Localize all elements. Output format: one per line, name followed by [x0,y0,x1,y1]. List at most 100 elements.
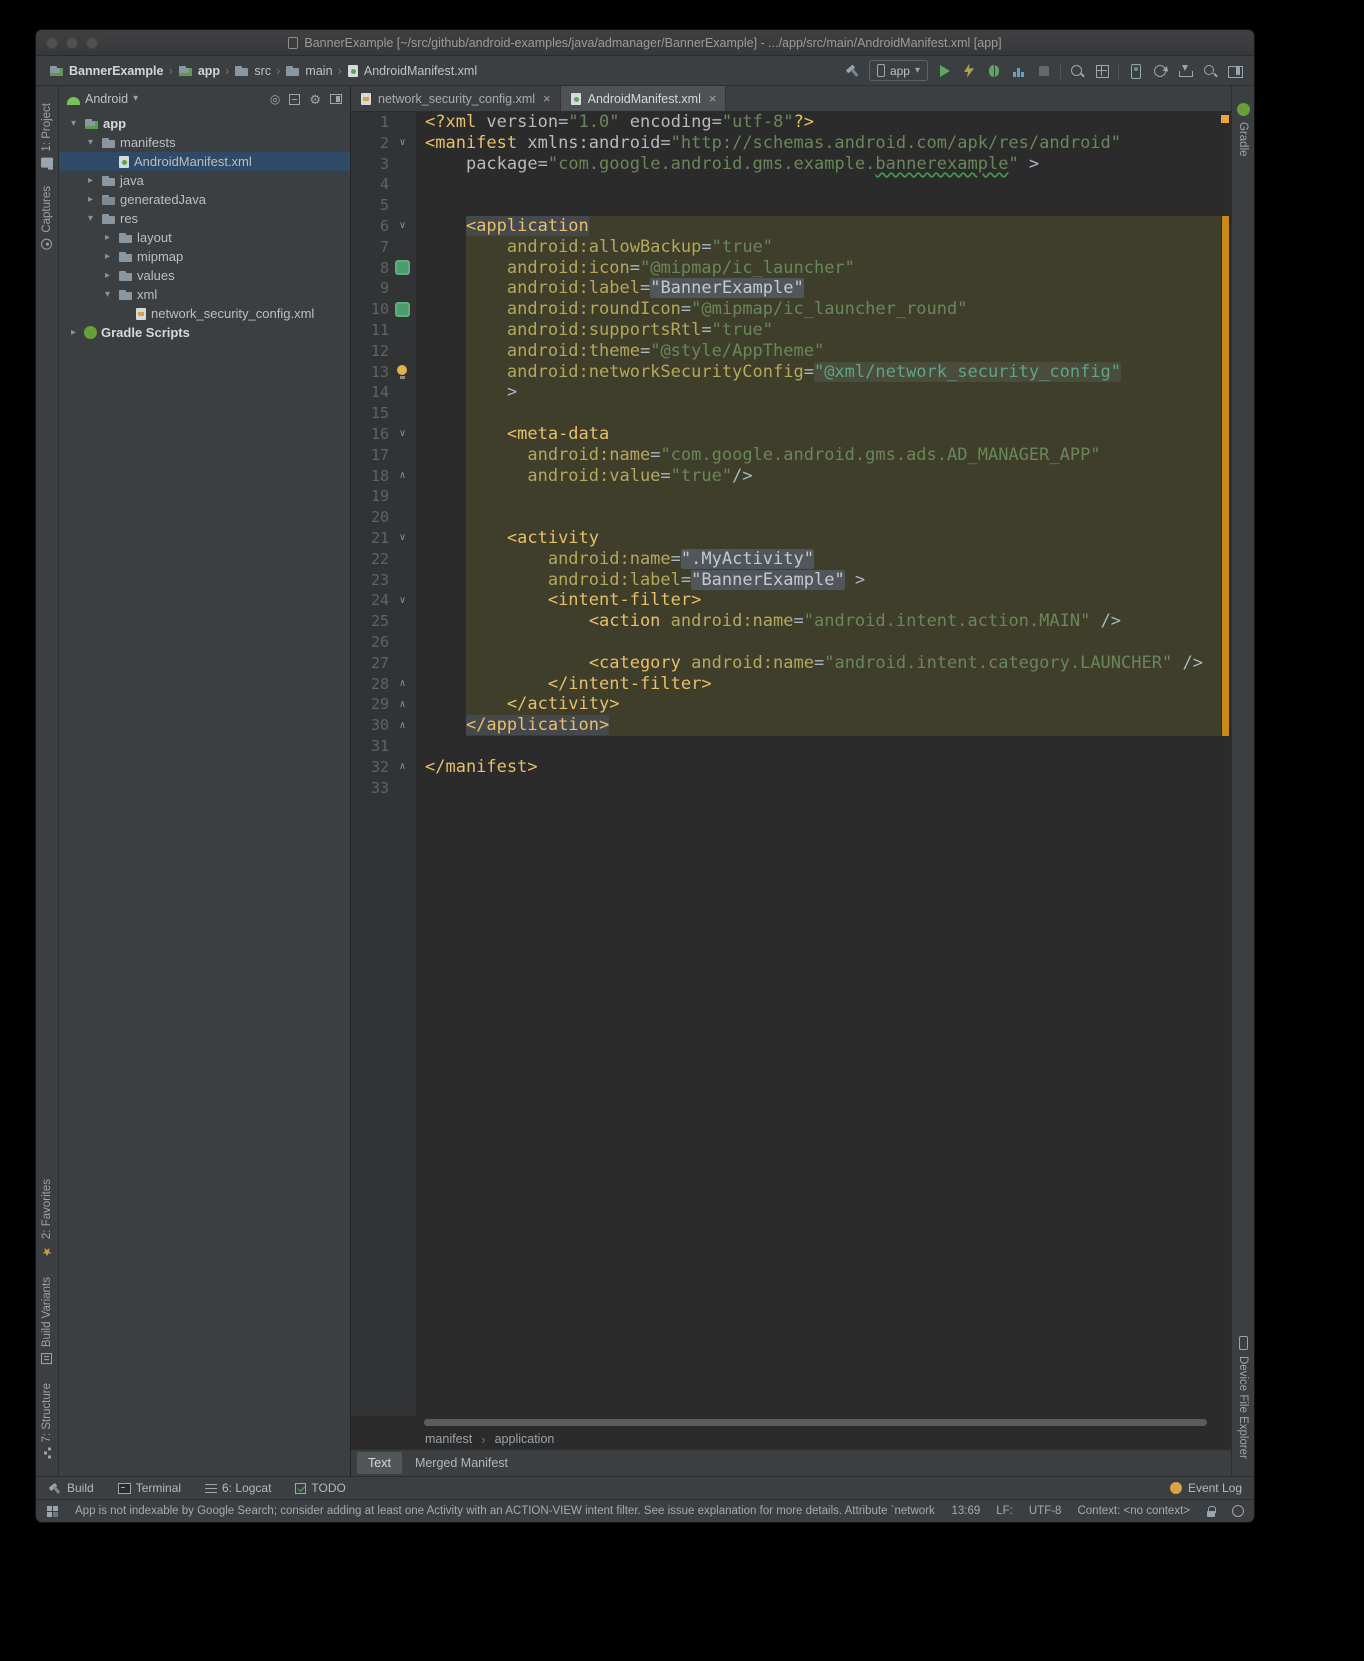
fold-marker[interactable] [399,700,405,710]
breadcrumb-app[interactable]: app [175,64,223,78]
code-line-19[interactable] [425,486,1203,507]
close-button[interactable] [46,37,58,49]
scrollbar-thumb[interactable] [424,1419,1207,1426]
code-line-15[interactable] [425,403,1203,424]
toolwindow-button-7-structure[interactable]: 7: Structure [41,1374,53,1468]
code-line-26[interactable] [425,632,1203,653]
code-line-29[interactable]: </activity> [425,694,1203,715]
code-line-1[interactable]: <?xml version="1.0" encoding="utf-8"?> [425,112,1203,133]
chevron-right-icon[interactable] [84,194,97,205]
code-line-18[interactable]: android:value="true"/> [425,466,1203,487]
build-hammer-icon[interactable] [844,62,862,80]
chevron-down-icon[interactable] [84,213,97,224]
code-line-24[interactable]: <intent-filter> [425,590,1203,611]
chevron-right-icon[interactable] [67,327,80,338]
close-icon[interactable] [709,91,717,106]
inspections-profile-icon[interactable] [1232,1505,1244,1517]
view-tab-merged-manifest[interactable]: Merged Manifest [404,1452,519,1474]
code-line-2[interactable]: <manifest xmlns:android="http://schemas.… [425,133,1203,154]
code-line-21[interactable]: <activity [425,528,1203,549]
zoom-button[interactable] [86,37,98,49]
tree-item-manifests[interactable]: manifests [59,133,350,152]
collapse-all-icon[interactable] [289,94,300,105]
code-line-10[interactable]: android:roundIcon="@mipmap/ic_launcher_r… [425,299,1203,320]
fold-marker[interactable] [399,596,405,606]
tree-item-mipmap[interactable]: mipmap [59,247,350,266]
code-line-25[interactable]: <action android:name="android.intent.act… [425,611,1203,632]
toolwindow-button-2-favorites[interactable]: 2: Favorites [41,1170,53,1268]
tree-item-xml[interactable]: xml [59,285,350,304]
run-icon[interactable] [935,62,953,80]
code-line-23[interactable]: android:label="BannerExample" > [425,570,1203,591]
code-line-12[interactable]: android:theme="@style/AppTheme" [425,341,1203,362]
settings-icon[interactable] [309,93,321,106]
fold-marker[interactable] [399,138,405,148]
code-line-30[interactable]: </application> [425,715,1203,736]
run-config-select[interactable]: app [869,60,928,81]
gradle-sync-icon[interactable] [1151,62,1169,80]
chevron-right-icon[interactable] [101,232,114,243]
code-line-13[interactable]: android:networkSecurityConfig="@xml/netw… [425,362,1203,383]
toolwindow-button-terminal[interactable]: Terminal [118,1481,181,1495]
code-line-3[interactable]: package="com.google.android.gms.example.… [425,154,1203,175]
locate-file-icon[interactable] [270,93,280,105]
sdk-manager-icon[interactable] [1176,62,1194,80]
code-line-5[interactable] [425,195,1203,216]
project-structure-icon[interactable] [1226,62,1244,80]
search-everywhere-icon[interactable] [1201,62,1219,80]
breadcrumb-main[interactable]: main [282,64,335,78]
toolwindow-button-gradle[interactable]: Gradle [1237,94,1250,166]
chevron-right-icon[interactable] [101,270,114,281]
code-line-28[interactable]: </intent-filter> [425,674,1203,695]
encoding-widget[interactable]: UTF-8 [1029,1505,1062,1517]
code-line-6[interactable]: <application [425,216,1203,237]
code-line-20[interactable] [425,507,1203,528]
code-line-16[interactable]: <meta-data [425,424,1203,445]
intention-bulb-icon[interactable] [397,365,408,379]
code-line-17[interactable]: android:name="com.google.android.gms.ads… [425,445,1203,466]
code-line-32[interactable]: </manifest> [425,757,1203,778]
line-separator-widget[interactable]: LF: [996,1505,1013,1517]
tree-item-network-security-config-xml[interactable]: network_security_config.xml [59,304,350,323]
editor-tab-network-security-config-xml[interactable]: network_security_config.xml [351,86,561,111]
event-log-button[interactable]: Event Log [1170,1481,1242,1495]
code-line-7[interactable]: android:allowBackup="true" [425,237,1203,258]
caret-position-widget[interactable]: 13:69 [951,1505,980,1517]
chevron-down-icon[interactable] [67,118,80,129]
fold-marker[interactable] [399,471,405,481]
code-line-9[interactable]: android:label="BannerExample" [425,278,1203,299]
hide-panel-icon[interactable] [330,94,342,104]
tree-item-java[interactable]: java [59,171,350,190]
tree-item-gradle-scripts[interactable]: Gradle Scripts [59,323,350,342]
chevron-down-icon[interactable] [133,94,138,104]
toolwindow-switcher-icon[interactable] [46,1505,59,1518]
fold-marker[interactable] [399,429,405,439]
chevron-down-icon[interactable] [84,137,97,148]
view-tab-text[interactable]: Text [357,1452,402,1474]
code-editor[interactable]: 1234567891011121314151617181920212223242… [351,112,1231,1416]
fold-marker[interactable] [399,679,405,689]
window-titlebar[interactable]: BannerExample [~/src/github/android-exam… [36,30,1254,56]
toolwindow-button-build[interactable]: Build [48,1481,94,1495]
code-line-27[interactable]: <category android:name="android.intent.c… [425,653,1203,674]
minimize-button[interactable] [66,37,78,49]
fold-marker[interactable] [399,221,405,231]
tree-item-androidmanifest-xml[interactable]: AndroidManifest.xml [59,152,350,171]
launcher-icon-preview[interactable] [395,260,410,275]
readonly-lock-icon[interactable] [1206,1505,1216,1518]
context-widget[interactable]: Context: <no context> [1077,1505,1190,1517]
toolwindow-button-todo[interactable]: TODO [295,1481,345,1495]
code-line-33[interactable] [425,778,1203,799]
code-line-22[interactable]: android:name=".MyActivity" [425,549,1203,570]
toolwindow-button-1-project[interactable]: 1: Project [41,94,53,177]
fold-marker[interactable] [399,533,405,543]
tree-item-layout[interactable]: layout [59,228,350,247]
toolwindow-button-captures[interactable]: Captures [41,177,53,259]
code-line-14[interactable]: > [425,382,1203,403]
chevron-right-icon[interactable] [101,251,114,262]
tree-item-generatedjava[interactable]: generatedJava [59,190,350,209]
toolwindow-button-build-variants[interactable]: Build Variants [41,1268,53,1373]
scrollbar-range-marker[interactable] [1222,216,1229,736]
apply-changes-icon[interactable] [960,62,978,80]
avd-manager-icon[interactable] [1126,62,1144,80]
